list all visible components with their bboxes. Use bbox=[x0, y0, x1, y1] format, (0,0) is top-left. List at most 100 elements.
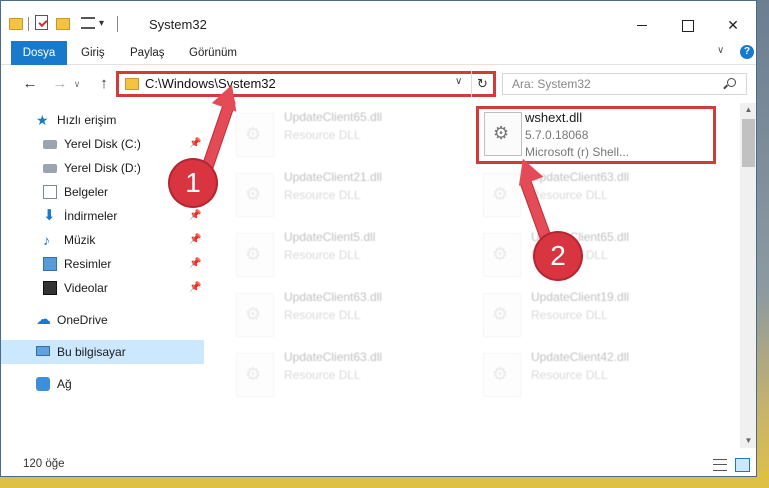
sidebar-item-downloads[interactable]: ⬇ İndirmeler 📌 bbox=[1, 204, 204, 228]
close-button[interactable]: ✕ bbox=[711, 11, 755, 39]
new-folder-icon[interactable] bbox=[56, 18, 70, 30]
address-bar[interactable]: C:\Windows\System32 ∨ ↻ bbox=[116, 71, 496, 97]
file-item[interactable]: UpdateClient63.dll Resource DLL bbox=[475, 167, 715, 221]
search-placeholder: Ara: System32 bbox=[512, 77, 591, 91]
pin-icon[interactable]: 📌 bbox=[189, 132, 201, 156]
dll-file-icon bbox=[236, 293, 274, 337]
annotation-badge-2: 2 bbox=[535, 233, 581, 279]
file-item[interactable]: UpdateClient42.dll Resource DLL bbox=[475, 347, 715, 401]
file-item[interactable]: UpdateClient63.dll Resource DLL bbox=[228, 287, 468, 341]
sidebar-item-label: Ağ bbox=[57, 377, 72, 391]
refresh-icon[interactable]: ↻ bbox=[471, 71, 493, 97]
sidebar-item-quick-access[interactable]: ★ Hızlı erişim bbox=[1, 108, 204, 132]
scrollbar-thumb[interactable] bbox=[742, 119, 755, 167]
dll-file-icon bbox=[484, 112, 522, 156]
minimize-button[interactable] bbox=[620, 11, 664, 39]
search-icon[interactable] bbox=[727, 78, 736, 87]
tab-gorunum[interactable]: Görünüm bbox=[179, 41, 247, 65]
properties-icon[interactable] bbox=[35, 15, 48, 30]
dll-file-icon bbox=[236, 113, 274, 157]
dll-file-icon bbox=[483, 173, 521, 217]
tab-paylas[interactable]: Paylaş bbox=[120, 41, 175, 65]
sidebar-item-label: Müzik bbox=[64, 233, 96, 247]
document-icon bbox=[43, 185, 57, 199]
sidebar-item-onedrive[interactable]: ☁ OneDrive bbox=[1, 308, 204, 332]
tiles-view-icon[interactable] bbox=[735, 458, 750, 472]
view-icon[interactable] bbox=[81, 17, 95, 29]
sidebar-item-label: Hızlı erişim bbox=[57, 113, 117, 127]
tab-giris[interactable]: Giriş bbox=[71, 41, 115, 65]
dll-file-icon bbox=[236, 353, 274, 397]
dll-file-icon bbox=[483, 353, 521, 397]
item-count: 120 öğe bbox=[23, 458, 65, 470]
sidebar-item-network[interactable]: Ağ bbox=[1, 372, 204, 396]
sidebar-item-music[interactable]: ♪ Müzik 📌 bbox=[1, 228, 204, 252]
file-name: UpdateClient19.dll bbox=[531, 290, 630, 304]
file-item[interactable]: UpdateClient65.dll Resource DLL bbox=[475, 227, 715, 281]
scroll-up-icon[interactable]: ▲ bbox=[740, 103, 756, 117]
pin-icon[interactable]: 📌 bbox=[189, 276, 201, 300]
file-type: Resource DLL bbox=[284, 308, 361, 322]
disk-icon bbox=[43, 140, 57, 149]
file-type: Resource DLL bbox=[284, 248, 361, 262]
help-icon[interactable]: ? bbox=[740, 45, 754, 59]
file-version: 5.7.0.18068 bbox=[525, 128, 589, 142]
pin-icon[interactable]: 📌 bbox=[189, 252, 201, 276]
sidebar-item-videos[interactable]: Videolar 📌 bbox=[1, 276, 204, 300]
file-type: Resource DLL bbox=[531, 308, 608, 322]
file-name: UpdateClient63.dll bbox=[531, 170, 630, 184]
recent-locations-icon[interactable]: ∨ bbox=[71, 75, 83, 93]
file-description: Microsoft (r) Shell... bbox=[525, 145, 630, 159]
network-icon bbox=[36, 377, 50, 391]
sidebar-item-pictures[interactable]: Resimler 📌 bbox=[1, 252, 204, 276]
maximize-button[interactable] bbox=[665, 11, 709, 39]
sidebar-item-label: Belgeler bbox=[64, 185, 109, 199]
file-item[interactable]: UpdateClient21.dll Resource DLL bbox=[228, 167, 468, 221]
details-view-icon[interactable] bbox=[713, 459, 727, 471]
status-bar: 120 öğe bbox=[1, 448, 756, 476]
chevron-down-icon[interactable]: ▾ bbox=[99, 17, 111, 31]
sidebar-item-label: Yerel Disk (C:) bbox=[64, 137, 141, 151]
file-type: Resource DLL bbox=[284, 128, 361, 142]
sidebar-item-local-disk-c[interactable]: Yerel Disk (C:) 📌 bbox=[1, 132, 204, 156]
dll-file-icon bbox=[483, 293, 521, 337]
file-type: Resource DLL bbox=[284, 368, 361, 382]
ribbon-expand-icon[interactable]: ∨ bbox=[717, 45, 724, 56]
pin-icon[interactable]: 📌 bbox=[189, 228, 201, 252]
ribbon-tabs: Dosya Giriş Paylaş Görünüm ∨ ? bbox=[1, 41, 756, 65]
forward-icon[interactable]: → bbox=[51, 75, 69, 93]
sidebar-item-label: OneDrive bbox=[57, 313, 108, 327]
sidebar-item-this-pc[interactable]: Bu bilgisayar bbox=[1, 340, 204, 364]
music-icon: ♪ bbox=[43, 232, 50, 248]
sidebar-item-label: Yerel Disk (D:) bbox=[64, 161, 141, 175]
file-type: Resource DLL bbox=[531, 368, 608, 382]
tab-dosya[interactable]: Dosya bbox=[11, 41, 67, 65]
pin-icon[interactable]: 📌 bbox=[189, 204, 201, 228]
navigation-pane: ★ Hızlı erişim Yerel Disk (C:) 📌 Yerel D… bbox=[1, 103, 208, 448]
chevron-down-icon[interactable]: ∨ bbox=[455, 76, 462, 87]
vertical-scrollbar[interactable]: ▲ ▼ bbox=[740, 103, 756, 448]
back-icon[interactable]: ← bbox=[21, 75, 39, 93]
up-icon[interactable]: ↑ bbox=[95, 75, 113, 93]
file-item[interactable]: UpdateClient19.dll Resource DLL bbox=[475, 287, 715, 341]
folder-icon bbox=[125, 78, 139, 90]
explorer-window: ▾ System32 ✕ Dosya Giriş Paylaş Görünüm … bbox=[0, 0, 757, 477]
file-item-wshext[interactable]: wshext.dll 5.7.0.18068 Microsoft (r) She… bbox=[476, 106, 716, 164]
file-type: Resource DLL bbox=[531, 188, 608, 202]
file-item[interactable]: UpdateClient63.dll Resource DLL bbox=[228, 347, 468, 401]
quick-access-divider bbox=[28, 17, 29, 31]
dll-file-icon bbox=[236, 233, 274, 277]
file-name: UpdateClient21.dll bbox=[284, 170, 383, 184]
search-input[interactable]: Ara: System32 bbox=[502, 73, 747, 95]
star-icon: ★ bbox=[36, 112, 49, 128]
title-bar: ▾ System32 ✕ bbox=[1, 1, 756, 41]
file-item[interactable]: UpdateClient5.dll Resource DLL bbox=[228, 227, 468, 281]
file-item[interactable]: UpdateClient65.dll Resource DLL bbox=[228, 107, 468, 161]
sidebar-item-label: Videolar bbox=[64, 281, 108, 295]
disk-icon bbox=[43, 164, 57, 173]
file-name: UpdateClient5.dll bbox=[284, 230, 376, 244]
sidebar-item-label: Resimler bbox=[64, 257, 112, 271]
address-path[interactable]: C:\Windows\System32 bbox=[145, 76, 276, 92]
scroll-down-icon[interactable]: ▼ bbox=[740, 434, 756, 448]
folder-icon[interactable] bbox=[9, 18, 23, 30]
